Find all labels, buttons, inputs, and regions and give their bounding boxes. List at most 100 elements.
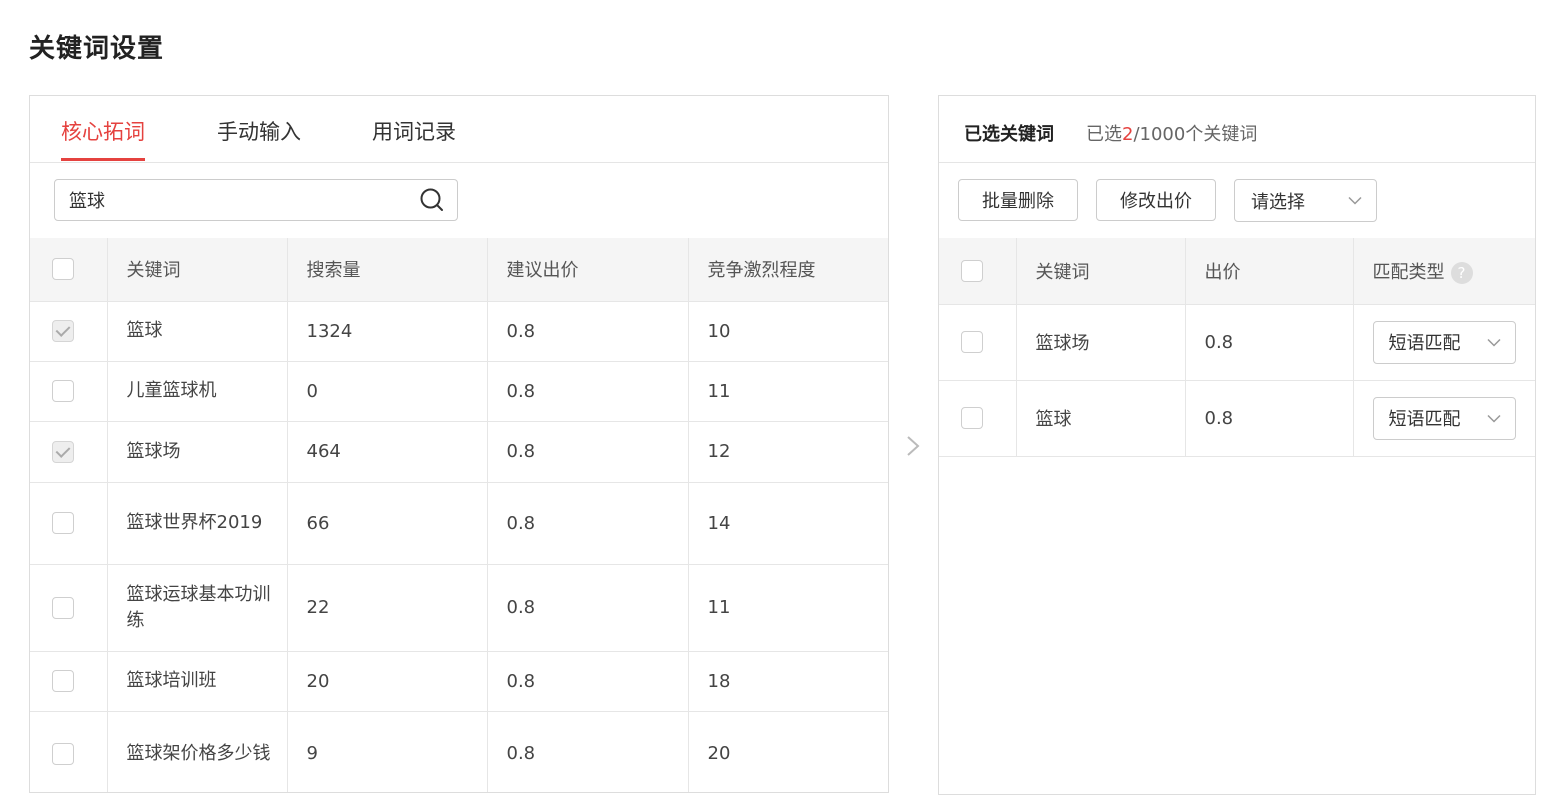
keyword-source-panel: 核心拓词 手动输入 用词记录 关键词 搜索量 建议出价 竞争激烈程度 篮球: [29, 95, 889, 793]
table-row[interactable]: 篮球 1324 0.8 10: [30, 301, 888, 362]
table-header-row: 关键词 搜索量 建议出价 竞争激烈程度: [30, 238, 888, 302]
header-keyword: 关键词: [107, 238, 288, 302]
keyword-cell: 篮球场: [1016, 304, 1186, 381]
table-row[interactable]: 篮球培训班 20 0.8 18: [30, 651, 888, 712]
table-row[interactable]: 篮球运球基本功训练 22 0.8 11: [30, 564, 888, 652]
competition-cell: 18: [688, 651, 888, 712]
batch-delete-button[interactable]: 批量删除: [958, 179, 1078, 221]
keyword-cell: 篮球世界杯2019: [107, 482, 288, 565]
table-row[interactable]: 篮球 0.8 短语匹配: [939, 380, 1535, 457]
table-row[interactable]: 儿童篮球机 0 0.8 11: [30, 361, 888, 422]
bid-cell: 0.8: [487, 711, 689, 792]
bid-cell: 0.8: [487, 482, 689, 565]
table-row[interactable]: 篮球场 0.8 短语匹配: [939, 304, 1535, 381]
selected-count-number: 2: [1122, 124, 1134, 145]
tab-manual-input[interactable]: 手动输入: [217, 116, 301, 158]
selected-count-suffix: /1000个关键词: [1133, 124, 1258, 145]
match-type-cell: 短语匹配: [1353, 304, 1535, 381]
keyword-cell: 篮球培训班: [107, 651, 288, 712]
keyword-table: 关键词 搜索量 建议出价 竞争激烈程度 篮球 1324 0.8 10 儿童篮球机…: [30, 238, 888, 792]
row-checkbox[interactable]: [52, 596, 74, 619]
search-volume-cell: 0: [287, 361, 488, 422]
selected-count-prefix: 已选: [1086, 124, 1122, 145]
row-checkbox-cell: [30, 564, 108, 652]
chevron-right-icon[interactable]: [903, 432, 923, 460]
row-checkbox[interactable]: [52, 440, 74, 463]
select-all-checkbox[interactable]: [52, 258, 74, 281]
row-checkbox[interactable]: [52, 320, 74, 342]
help-icon[interactable]: ?: [1450, 261, 1473, 284]
header-suggested-bid: 建议出价: [487, 238, 689, 302]
row-checkbox-cell: [939, 304, 1017, 381]
selected-keywords-panel: 已选关键词 已选2/1000个关键词 批量删除 修改出价 请选择 关键词 出价 …: [938, 95, 1536, 795]
keyword-cell: 篮球架价格多少钱: [107, 711, 288, 792]
row-checkbox[interactable]: [961, 331, 983, 353]
competition-cell: 10: [688, 301, 888, 362]
row-checkbox-cell: [30, 301, 108, 362]
table-row[interactable]: 篮球场 464 0.8 12: [30, 421, 888, 483]
search-volume-cell: 20: [287, 651, 488, 712]
selected-title: 已选关键词: [964, 124, 1054, 145]
competition-cell: 12: [688, 421, 888, 483]
select-all-checkbox[interactable]: [961, 259, 983, 282]
header-checkbox-cell: [939, 238, 1017, 305]
header-match-type-label: 匹配类型: [1372, 261, 1445, 283]
keyword-cell: 篮球场: [107, 421, 288, 483]
row-checkbox[interactable]: [52, 742, 74, 765]
row-checkbox[interactable]: [52, 512, 74, 534]
competition-cell: 20: [688, 711, 888, 792]
match-type-dropdown[interactable]: 短语匹配: [1372, 396, 1516, 440]
keyword-cell: 篮球运球基本功训练: [107, 564, 288, 652]
keyword-cell: 篮球: [107, 301, 288, 362]
tab-core-expansion[interactable]: 核心拓词: [61, 116, 145, 161]
bid-cell: 0.8: [487, 301, 689, 362]
search-volume-cell: 464: [287, 421, 488, 483]
bid-cell: 0.8: [487, 564, 689, 652]
tab-word-history[interactable]: 用词记录: [372, 116, 456, 158]
header-bid: 出价: [1185, 238, 1354, 305]
row-checkbox[interactable]: [961, 407, 983, 429]
competition-cell: 11: [688, 564, 888, 652]
match-type-value: 短语匹配: [1388, 409, 1461, 430]
competition-cell: 14: [688, 482, 888, 565]
chevron-down-icon: [1348, 196, 1362, 205]
source-tabs: 核心拓词 手动输入 用词记录: [30, 96, 888, 163]
selected-keyword-table: 关键词 出价 匹配类型? 篮球场 0.8 短语匹配 篮球 0.8 短语匹配: [939, 238, 1535, 457]
row-checkbox-cell: [30, 651, 108, 712]
row-checkbox-cell: [30, 482, 108, 565]
table-row[interactable]: 篮球架价格多少钱 9 0.8 20: [30, 711, 888, 792]
selected-count: 已选2/1000个关键词: [1086, 120, 1257, 146]
bulk-select-value: 请选择: [1251, 191, 1305, 213]
search-input[interactable]: [67, 180, 419, 220]
edit-bid-button[interactable]: 修改出价: [1096, 179, 1216, 221]
row-checkbox[interactable]: [52, 670, 74, 692]
row-checkbox-cell: [939, 380, 1017, 457]
header-search-volume: 搜索量: [287, 238, 488, 302]
page-title: 关键词设置: [29, 34, 165, 64]
row-checkbox-cell: [30, 421, 108, 483]
row-checkbox-cell: [30, 711, 108, 792]
row-checkbox[interactable]: [52, 380, 74, 402]
table-header-row: 关键词 出价 匹配类型?: [939, 238, 1535, 305]
match-type-value: 短语匹配: [1388, 333, 1461, 354]
bid-cell: 0.8: [1185, 380, 1354, 457]
chevron-down-icon: [1486, 338, 1501, 347]
match-type-cell: 短语匹配: [1353, 380, 1535, 457]
header-match-type: 匹配类型?: [1353, 238, 1535, 305]
search-volume-cell: 1324: [287, 301, 488, 362]
header-keyword: 关键词: [1016, 238, 1186, 305]
bulk-select-dropdown[interactable]: 请选择: [1234, 179, 1377, 222]
bid-cell: 0.8: [487, 651, 689, 712]
bid-cell: 0.8: [487, 361, 689, 422]
search-box: [54, 179, 458, 221]
row-checkbox-cell: [30, 361, 108, 422]
keyword-cell: 篮球: [1016, 380, 1186, 457]
search-volume-cell: 66: [287, 482, 488, 565]
search-icon[interactable]: [419, 187, 445, 213]
header-checkbox-cell: [30, 238, 108, 302]
table-row[interactable]: 篮球世界杯2019 66 0.8 14: [30, 482, 888, 565]
selected-header: 已选关键词 已选2/1000个关键词: [939, 96, 1535, 163]
chevron-down-icon: [1486, 414, 1501, 423]
match-type-dropdown[interactable]: 短语匹配: [1372, 320, 1516, 364]
header-competition: 竞争激烈程度: [688, 238, 888, 302]
